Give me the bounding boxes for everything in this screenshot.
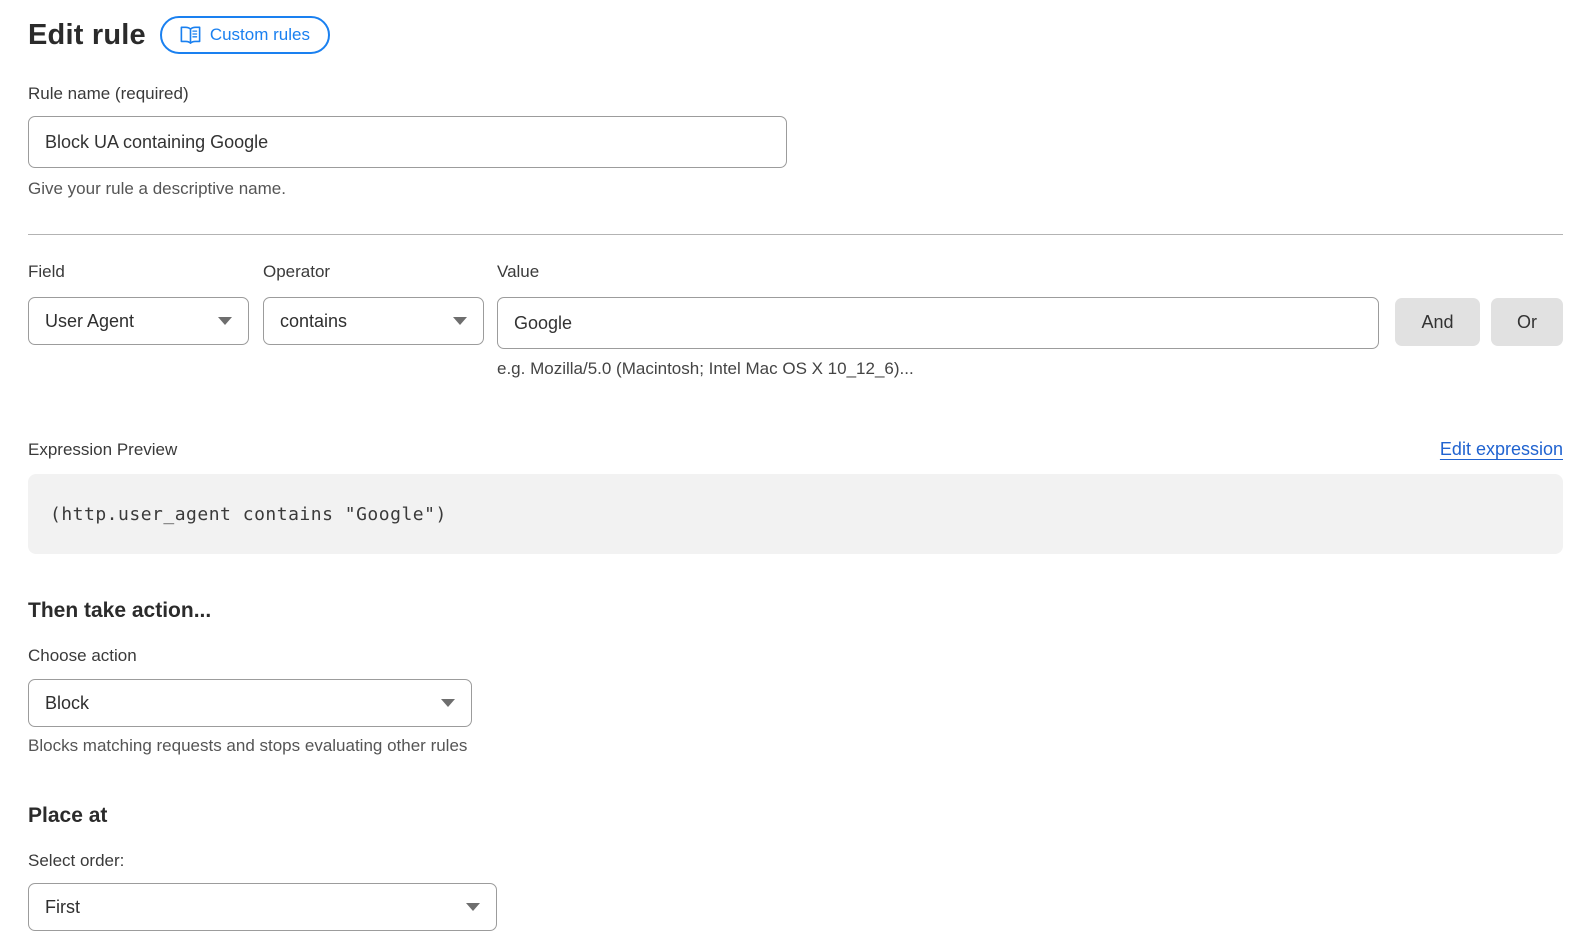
expression-preview-box: (http.user_agent contains "Google") xyxy=(28,474,1563,554)
expression-code: (http.user_agent contains "Google") xyxy=(50,504,447,525)
value-input[interactable] xyxy=(497,297,1379,349)
action-dropdown[interactable]: Block xyxy=(28,679,472,727)
field-label: Field xyxy=(28,262,249,282)
field-dropdown[interactable]: User Agent xyxy=(28,297,249,345)
expression-section: Expression Preview Edit expression (http… xyxy=(28,439,1563,554)
action-heading: Then take action... xyxy=(28,599,1563,623)
value-label: Value xyxy=(497,262,1379,282)
operator-column: Operator contains xyxy=(263,262,484,345)
order-dropdown[interactable]: First xyxy=(28,883,497,931)
docs-badge-label: Custom rules xyxy=(210,25,310,45)
expression-preview-label: Expression Preview xyxy=(28,440,177,460)
value-help: e.g. Mozilla/5.0 (Macintosh; Intel Mac O… xyxy=(497,359,1379,379)
place-at-heading: Place at xyxy=(28,804,1563,828)
value-column: Value e.g. Mozilla/5.0 (Macintosh; Intel… xyxy=(497,262,1379,379)
edit-rule-page: Edit rule Custom rules Rule name (requir… xyxy=(0,0,1587,952)
rule-name-label: Rule name (required) xyxy=(28,84,1563,104)
field-dropdown-value: User Agent xyxy=(45,311,134,332)
choose-action-label: Choose action xyxy=(28,646,1563,666)
action-section: Then take action... Choose action Block … xyxy=(28,599,1563,756)
page-title: Edit rule xyxy=(28,19,146,52)
action-help: Blocks matching requests and stops evalu… xyxy=(28,736,1563,756)
expression-header: Expression Preview Edit expression xyxy=(28,439,1563,460)
placement-section: Place at Select order: First xyxy=(28,804,1563,931)
select-order-label: Select order: xyxy=(28,851,1563,871)
chevron-down-icon xyxy=(441,699,455,707)
open-book-icon xyxy=(180,26,201,45)
section-divider xyxy=(28,234,1563,235)
operator-dropdown-value: contains xyxy=(280,311,347,332)
condition-row: Field User Agent Operator contains Value… xyxy=(28,262,1563,379)
chevron-down-icon xyxy=(218,317,232,325)
operator-dropdown[interactable]: contains xyxy=(263,297,484,345)
rule-name-help: Give your rule a descriptive name. xyxy=(28,179,1563,199)
operator-label: Operator xyxy=(263,262,484,282)
page-header: Edit rule Custom rules xyxy=(28,16,1563,54)
chevron-down-icon xyxy=(466,903,480,911)
edit-expression-link[interactable]: Edit expression xyxy=(1440,439,1563,460)
and-button[interactable]: And xyxy=(1395,298,1480,346)
field-column: Field User Agent xyxy=(28,262,249,345)
order-dropdown-value: First xyxy=(45,897,80,918)
chevron-down-icon xyxy=(453,317,467,325)
rule-name-input[interactable] xyxy=(28,116,787,168)
or-button[interactable]: Or xyxy=(1491,298,1563,346)
action-dropdown-value: Block xyxy=(45,693,89,714)
custom-rules-docs-badge[interactable]: Custom rules xyxy=(160,16,330,54)
rule-name-section: Rule name (required) Give your rule a de… xyxy=(28,84,1563,199)
